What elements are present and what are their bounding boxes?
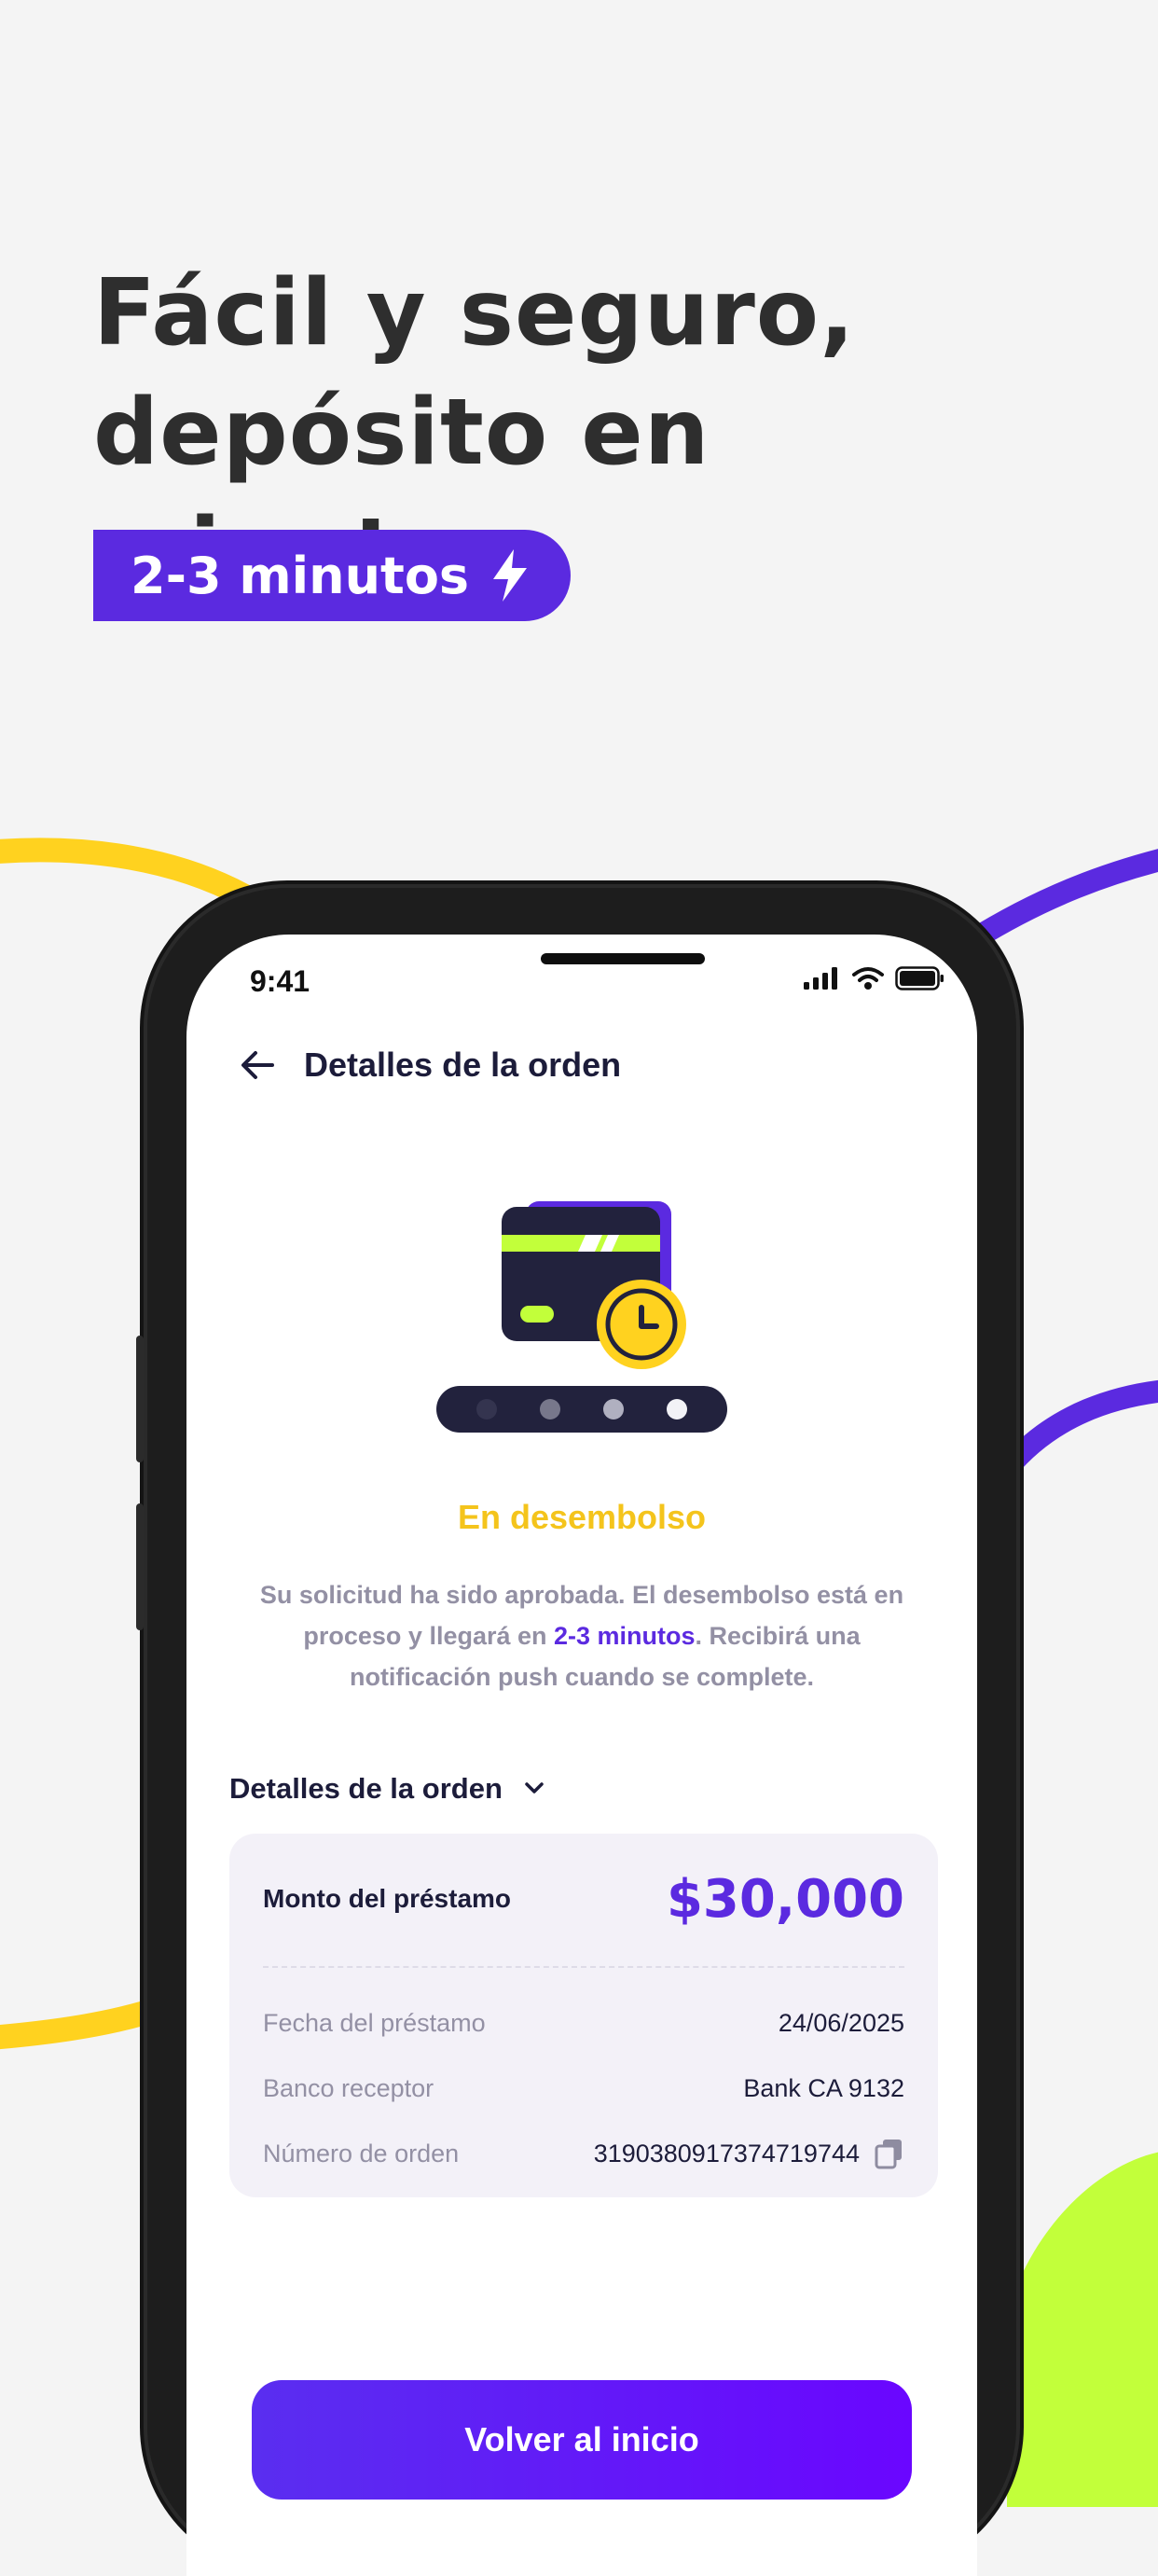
- app-screen: 9:41 Detalles de la orden En desembolso …: [186, 935, 977, 2576]
- clock-icon: [597, 1280, 686, 1369]
- receiving-bank-label: Banco receptor: [263, 2073, 434, 2102]
- loan-amount-row: Monto del préstamo $30,000: [263, 1862, 904, 1936]
- chevron-down-icon: [525, 1782, 544, 1794]
- description-highlight: 2-3 minutos: [554, 1622, 696, 1650]
- phone-mockup: 9:41 Detalles de la orden En desembolso …: [136, 888, 1016, 2576]
- headline-line-1: Fácil y seguro,: [93, 260, 856, 367]
- progress-track: [436, 1386, 727, 1433]
- back-to-home-button[interactable]: Volver al inicio: [252, 2380, 912, 2500]
- loan-date-label: Fecha del préstamo: [263, 2008, 486, 2037]
- order-number-label: Número de orden: [263, 2139, 460, 2167]
- disbursement-illustration: [436, 1201, 727, 1433]
- phone-side-button: [136, 1503, 144, 1630]
- order-details-toggle[interactable]: Detalles de la orden: [229, 1772, 553, 1806]
- order-status-description: Su solicitud ha sido aprobada. El desemb…: [242, 1574, 921, 1697]
- loan-date-value: 24/06/2025: [778, 2008, 904, 2037]
- order-details-label: Detalles de la orden: [229, 1772, 503, 1805]
- detail-row-bank: Banco receptor Bank CA 9132: [263, 2065, 904, 2112]
- loan-amount-value: $30,000: [666, 1868, 904, 1930]
- card-divider: [263, 1966, 904, 1968]
- order-status-title: En desembolso: [457, 1498, 707, 1536]
- lightning-bolt-icon: [493, 549, 528, 602]
- loan-amount-label: Monto del préstamo: [263, 1884, 512, 1913]
- phone-side-button: [136, 1336, 144, 1462]
- receiving-bank-value: Bank CA 9132: [743, 2073, 904, 2102]
- order-number-value: 3190380917374719744: [593, 2139, 860, 2167]
- speed-badge: 2-3 minutos: [93, 530, 571, 621]
- order-details-card: Monto del préstamo $30,000 Fecha del pré…: [229, 1834, 938, 2197]
- copy-icon[interactable]: [875, 2138, 904, 2169]
- speed-badge-label: 2-3 minutos: [131, 546, 470, 605]
- detail-row-order-number: Número de orden 3190380917374719744: [263, 2130, 904, 2177]
- detail-row-date: Fecha del préstamo 24/06/2025: [263, 2000, 904, 2046]
